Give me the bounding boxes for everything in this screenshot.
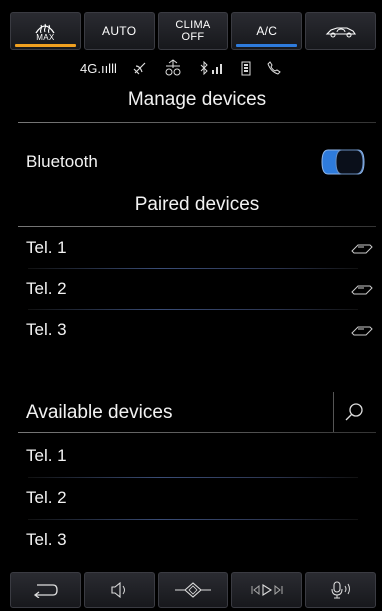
device-name: Tel. 2 xyxy=(26,279,67,298)
search-icon xyxy=(345,403,363,421)
device-name: Tel. 2 xyxy=(26,488,67,507)
volume-button[interactable] xyxy=(83,572,155,608)
search-button[interactable] xyxy=(333,392,374,432)
link-icon[interactable] xyxy=(350,323,374,337)
clima-label: CLIMA xyxy=(175,19,211,31)
bluetooth-row: Bluetooth xyxy=(26,146,372,178)
link-icon[interactable] xyxy=(350,241,374,255)
paired-devices-title: Paired devices xyxy=(134,194,260,215)
page-title: Manage devices xyxy=(127,89,267,110)
paired-device-row[interactable]: Tel. 2 xyxy=(26,269,374,309)
bluetooth-signal-icon xyxy=(199,61,225,75)
clima-off-label: OFF xyxy=(181,31,205,43)
device-name: Tel. 1 xyxy=(26,446,67,465)
auto-button[interactable]: AUTO xyxy=(83,12,155,50)
status-bar: 4G.ıılll xyxy=(80,56,281,80)
car-recirculation-icon xyxy=(325,27,356,38)
navigation-button[interactable] xyxy=(157,572,229,608)
auto-label: AUTO xyxy=(102,24,137,38)
ac-button[interactable]: A/C xyxy=(231,12,303,50)
bluetooth-toggle[interactable] xyxy=(320,148,366,176)
battery-icon xyxy=(241,60,251,76)
paired-device-row[interactable]: Tel. 3 xyxy=(26,310,374,350)
defrost-max-button[interactable]: MAX xyxy=(10,12,81,50)
available-devices-title: Available devices xyxy=(26,402,173,423)
device-name: Tel. 1 xyxy=(26,238,67,257)
available-device-row[interactable]: Tel. 3 xyxy=(26,520,374,560)
link-icon[interactable] xyxy=(350,282,374,296)
device-name: Tel. 3 xyxy=(26,530,67,549)
usb-icon xyxy=(163,59,183,77)
bottom-toolbar xyxy=(10,572,376,608)
back-button[interactable] xyxy=(10,572,81,608)
header-divider xyxy=(18,122,376,123)
network-indicator: 4G.ıılll xyxy=(80,60,117,76)
media-icon xyxy=(251,584,283,596)
available-device-row[interactable]: Tel. 1 xyxy=(26,436,374,476)
clima-off-button[interactable]: CLIMA OFF xyxy=(157,12,229,50)
defrost-active-indicator xyxy=(15,44,76,47)
defrost-max-label: MAX xyxy=(36,32,55,42)
voice-icon xyxy=(331,581,350,599)
volume-icon xyxy=(111,581,126,599)
available-device-row[interactable]: Tel. 2 xyxy=(26,478,374,518)
paired-device-row[interactable]: Tel. 1 xyxy=(26,228,374,268)
satellite-icon xyxy=(133,61,147,75)
navigation-icon xyxy=(174,582,211,598)
device-name: Tel. 3 xyxy=(26,320,67,339)
ac-active-indicator xyxy=(236,44,298,47)
paired-divider xyxy=(18,226,376,227)
ac-label: A/C xyxy=(256,24,278,38)
media-button[interactable] xyxy=(231,572,303,608)
bluetooth-label: Bluetooth xyxy=(26,152,98,171)
climate-bar: MAX AUTO CLIMA OFF A/C xyxy=(10,12,376,50)
back-icon xyxy=(34,584,59,598)
phone-icon xyxy=(267,61,281,75)
recirculation-button[interactable] xyxy=(305,12,376,50)
voice-button[interactable] xyxy=(305,572,376,608)
available-divider xyxy=(18,432,376,433)
